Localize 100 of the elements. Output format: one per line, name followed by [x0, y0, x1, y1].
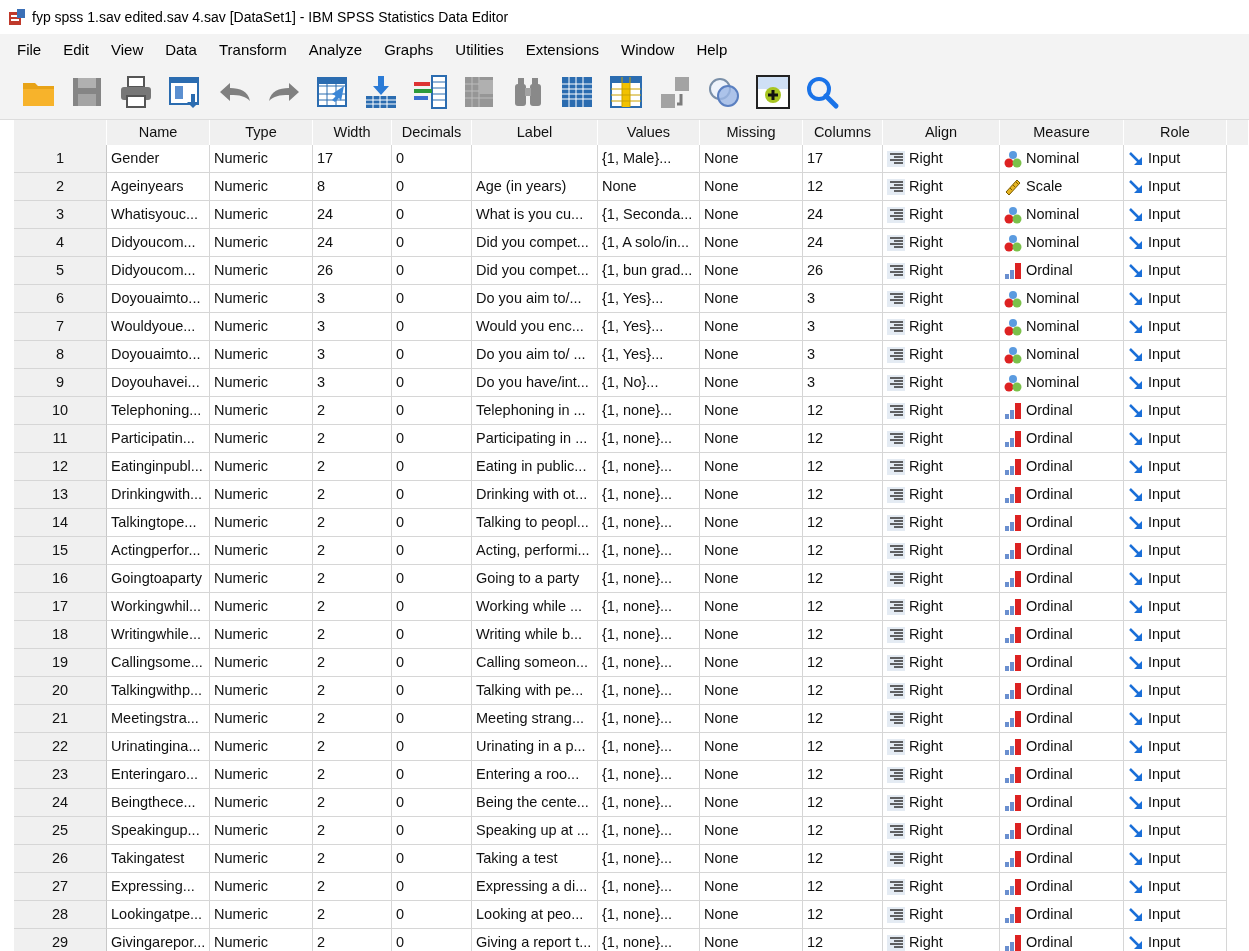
row-header[interactable]: 13	[14, 481, 107, 509]
column-header[interactable]: Label	[472, 120, 598, 145]
plus-icon[interactable]	[755, 73, 791, 110]
column-header[interactable]: Type	[210, 120, 313, 145]
row-header[interactable]: 25	[14, 817, 107, 845]
table-cell: 0	[392, 313, 472, 341]
column-header[interactable]: Width	[313, 120, 392, 145]
table-cell: None	[700, 593, 803, 621]
row-header[interactable]: 23	[14, 761, 107, 789]
table-cell: None	[700, 817, 803, 845]
arrow-icon	[1128, 878, 1144, 895]
row-header[interactable]: 16	[14, 565, 107, 593]
cell-text: Input	[1148, 653, 1181, 672]
row-header[interactable]: 9	[14, 369, 107, 397]
row-header[interactable]: 4	[14, 229, 107, 257]
table-cell: 12	[803, 453, 883, 481]
menu-item[interactable]: View	[100, 37, 155, 61]
table-cell: 12	[803, 509, 883, 537]
row-header[interactable]: 6	[14, 285, 107, 313]
row-header[interactable]: 14	[14, 509, 107, 537]
table-cell: 12	[803, 845, 883, 873]
row-header[interactable]: 12	[14, 453, 107, 481]
menu-item[interactable]: Extensions	[514, 37, 611, 61]
row-header[interactable]: 1	[14, 145, 107, 173]
align-right-icon	[887, 374, 905, 391]
menu-item[interactable]: Window	[610, 37, 686, 61]
cell-text: Ordinal	[1026, 569, 1073, 588]
row-header[interactable]: 19	[14, 649, 107, 677]
column-header[interactable]: Role	[1124, 120, 1227, 145]
arrow-icon	[1128, 234, 1144, 251]
table-cell: None	[700, 229, 803, 257]
cell-text: Right	[909, 485, 943, 504]
table-cell: 2	[313, 761, 392, 789]
table-cell: Numeric	[210, 173, 313, 201]
table-cell: None	[700, 369, 803, 397]
bars-icon	[1004, 625, 1022, 644]
table-cell: 0	[392, 257, 472, 285]
row-header[interactable]: 22	[14, 733, 107, 761]
menu-item[interactable]: Data	[154, 37, 208, 61]
table-cell: None	[700, 733, 803, 761]
cell-text: Ordinal	[1026, 429, 1073, 448]
bars-icon	[1004, 765, 1022, 784]
table-cell: 0	[392, 761, 472, 789]
table-columns-icon[interactable]	[608, 73, 644, 110]
cell-text: Right	[909, 233, 943, 252]
cell-text: Ordinal	[1026, 653, 1073, 672]
row-header[interactable]: 8	[14, 341, 107, 369]
row-header[interactable]: 21	[14, 705, 107, 733]
table-cell: 2	[313, 677, 392, 705]
row-header[interactable]: 2	[14, 173, 107, 201]
row-header[interactable]: 26	[14, 845, 107, 873]
column-header[interactable]: Align	[883, 120, 1000, 145]
menu-item[interactable]: Transform	[207, 37, 298, 61]
row-header[interactable]: 28	[14, 901, 107, 929]
cell-text: Ordinal	[1026, 261, 1073, 280]
table-cell: Numeric	[210, 397, 313, 425]
row-header[interactable]: 29	[14, 929, 107, 951]
column-header[interactable]: Name	[107, 120, 210, 145]
row-header[interactable]: 24	[14, 789, 107, 817]
cell-text: Right	[909, 681, 943, 700]
menu-item[interactable]: Utilities	[444, 37, 515, 61]
table-cell: Numeric	[210, 677, 313, 705]
column-header[interactable]: Missing	[700, 120, 803, 145]
table-cell: 2	[313, 397, 392, 425]
column-header[interactable]: Values	[598, 120, 700, 145]
row-header[interactable]: 27	[14, 873, 107, 901]
arrow-icon	[1128, 290, 1144, 307]
menu-item[interactable]: Edit	[52, 37, 101, 61]
table-cell: {1, none}...	[598, 789, 700, 817]
row-header[interactable]: 7	[14, 313, 107, 341]
cell-text: Right	[909, 345, 943, 364]
cell-text: Right	[909, 625, 943, 644]
menu-item[interactable]: Help	[685, 37, 739, 61]
bars-table-icon[interactable]	[412, 73, 448, 110]
table-download-icon[interactable]	[363, 73, 399, 110]
table-cell: None	[700, 285, 803, 313]
menu-item[interactable]: Graphs	[373, 37, 445, 61]
row-header[interactable]: 15	[14, 537, 107, 565]
row-header[interactable]: 3	[14, 201, 107, 229]
table-cell: None	[700, 705, 803, 733]
row-header[interactable]: 10	[14, 397, 107, 425]
table-cell: 2	[313, 817, 392, 845]
cell-text: Right	[909, 905, 943, 924]
column-header[interactable]: Measure	[1000, 120, 1124, 145]
row-header[interactable]: 18	[14, 621, 107, 649]
cell-text: Right	[909, 261, 943, 280]
menu-item[interactable]: Analyze	[297, 37, 374, 61]
row-header[interactable]: 20	[14, 677, 107, 705]
row-header[interactable]: 17	[14, 593, 107, 621]
table-cell: {1, none}...	[598, 481, 700, 509]
table-cell: Talking with pe...	[472, 677, 598, 705]
table-cell: Calling someon...	[472, 649, 598, 677]
printer-icon[interactable]	[118, 73, 154, 110]
menu-item[interactable]: File	[6, 37, 53, 61]
column-header[interactable]: Columns	[803, 120, 883, 145]
nominal-icon	[1004, 345, 1022, 364]
row-header[interactable]: 5	[14, 257, 107, 285]
bars-icon	[1004, 261, 1022, 280]
column-header[interactable]: Decimals	[392, 120, 472, 145]
row-header[interactable]: 11	[14, 425, 107, 453]
